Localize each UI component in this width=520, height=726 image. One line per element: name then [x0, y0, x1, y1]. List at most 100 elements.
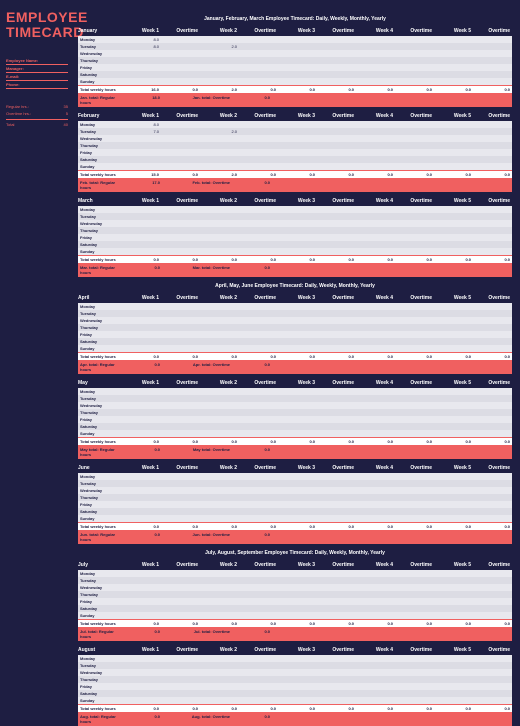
hours-cell[interactable] — [239, 501, 278, 508]
hours-cell[interactable] — [356, 338, 395, 345]
hours-cell[interactable] — [200, 149, 239, 156]
hours-cell[interactable]: 7.0 — [122, 128, 161, 135]
hours-cell[interactable] — [434, 227, 473, 234]
hours-cell[interactable] — [473, 36, 512, 43]
hours-cell[interactable] — [239, 50, 278, 57]
hours-cell[interactable] — [239, 690, 278, 697]
hours-cell[interactable] — [473, 206, 512, 213]
hours-cell[interactable] — [278, 683, 317, 690]
hours-cell[interactable] — [200, 676, 239, 683]
hours-cell[interactable] — [278, 149, 317, 156]
hours-cell[interactable] — [395, 683, 434, 690]
hours-cell[interactable] — [395, 388, 434, 395]
hours-cell[interactable] — [161, 234, 200, 241]
hours-cell[interactable] — [122, 690, 161, 697]
hours-cell[interactable] — [239, 577, 278, 584]
hours-cell[interactable] — [239, 36, 278, 43]
hours-cell[interactable] — [161, 142, 200, 149]
hours-cell[interactable] — [161, 662, 200, 669]
hours-cell[interactable] — [395, 50, 434, 57]
hours-cell[interactable] — [278, 128, 317, 135]
hours-cell[interactable] — [317, 570, 356, 577]
hours-cell[interactable] — [239, 128, 278, 135]
hours-cell[interactable] — [200, 248, 239, 255]
hours-cell[interactable] — [278, 57, 317, 64]
hours-cell[interactable] — [473, 508, 512, 515]
hours-cell[interactable] — [200, 662, 239, 669]
hours-cell[interactable] — [161, 324, 200, 331]
hours-cell[interactable] — [317, 598, 356, 605]
hours-cell[interactable] — [395, 227, 434, 234]
hours-cell[interactable] — [122, 591, 161, 598]
hours-cell[interactable] — [395, 423, 434, 430]
hours-cell[interactable] — [200, 598, 239, 605]
hours-cell[interactable] — [434, 515, 473, 522]
hours-cell[interactable] — [122, 50, 161, 57]
hours-cell[interactable] — [200, 480, 239, 487]
hours-cell[interactable] — [200, 430, 239, 437]
hours-cell[interactable] — [200, 570, 239, 577]
hours-cell[interactable] — [434, 43, 473, 50]
hours-cell[interactable] — [200, 655, 239, 662]
hours-cell[interactable] — [317, 71, 356, 78]
hours-cell[interactable] — [239, 227, 278, 234]
hours-cell[interactable] — [473, 487, 512, 494]
hours-cell[interactable] — [395, 345, 434, 352]
hours-cell[interactable] — [434, 655, 473, 662]
hours-cell[interactable] — [239, 480, 278, 487]
hours-cell[interactable] — [278, 605, 317, 612]
hours-cell[interactable] — [278, 64, 317, 71]
hours-cell[interactable] — [317, 605, 356, 612]
hours-cell[interactable] — [278, 78, 317, 85]
hours-cell[interactable] — [122, 71, 161, 78]
hours-cell[interactable] — [473, 697, 512, 704]
hours-cell[interactable] — [239, 515, 278, 522]
hours-cell[interactable] — [122, 584, 161, 591]
hours-cell[interactable] — [317, 43, 356, 50]
hours-cell[interactable] — [122, 515, 161, 522]
hours-cell[interactable] — [161, 480, 200, 487]
hours-cell[interactable] — [356, 480, 395, 487]
hours-cell[interactable] — [161, 430, 200, 437]
hours-cell[interactable] — [434, 501, 473, 508]
hours-cell[interactable] — [473, 220, 512, 227]
hours-cell[interactable] — [122, 473, 161, 480]
hours-cell[interactable] — [200, 310, 239, 317]
hours-cell[interactable] — [200, 241, 239, 248]
hours-cell[interactable] — [161, 515, 200, 522]
hours-cell[interactable] — [200, 409, 239, 416]
hours-cell[interactable] — [356, 345, 395, 352]
hours-cell[interactable] — [317, 430, 356, 437]
hours-cell[interactable] — [473, 57, 512, 64]
hours-cell[interactable] — [161, 570, 200, 577]
hours-cell[interactable] — [317, 57, 356, 64]
hours-cell[interactable] — [239, 430, 278, 437]
hours-cell[interactable] — [200, 50, 239, 57]
hours-cell[interactable] — [434, 395, 473, 402]
hours-cell[interactable] — [434, 331, 473, 338]
hours-cell[interactable] — [434, 487, 473, 494]
hours-cell[interactable] — [395, 402, 434, 409]
hours-cell[interactable] — [278, 423, 317, 430]
hours-cell[interactable] — [278, 248, 317, 255]
hours-cell[interactable] — [356, 57, 395, 64]
hours-cell[interactable] — [200, 78, 239, 85]
hours-cell[interactable] — [356, 515, 395, 522]
hours-cell[interactable] — [122, 142, 161, 149]
hours-cell[interactable] — [356, 416, 395, 423]
hours-cell[interactable] — [317, 206, 356, 213]
hours-cell[interactable] — [434, 234, 473, 241]
hours-cell[interactable] — [434, 345, 473, 352]
hours-cell[interactable] — [395, 317, 434, 324]
hours-cell[interactable] — [200, 690, 239, 697]
hours-cell[interactable] — [161, 163, 200, 170]
hours-cell[interactable] — [395, 676, 434, 683]
hours-cell[interactable] — [161, 409, 200, 416]
hours-cell[interactable] — [200, 64, 239, 71]
hours-cell[interactable] — [278, 662, 317, 669]
hours-cell[interactable] — [239, 416, 278, 423]
hours-cell[interactable] — [122, 213, 161, 220]
hours-cell[interactable] — [122, 577, 161, 584]
hours-cell[interactable] — [395, 409, 434, 416]
hours-cell[interactable] — [317, 241, 356, 248]
